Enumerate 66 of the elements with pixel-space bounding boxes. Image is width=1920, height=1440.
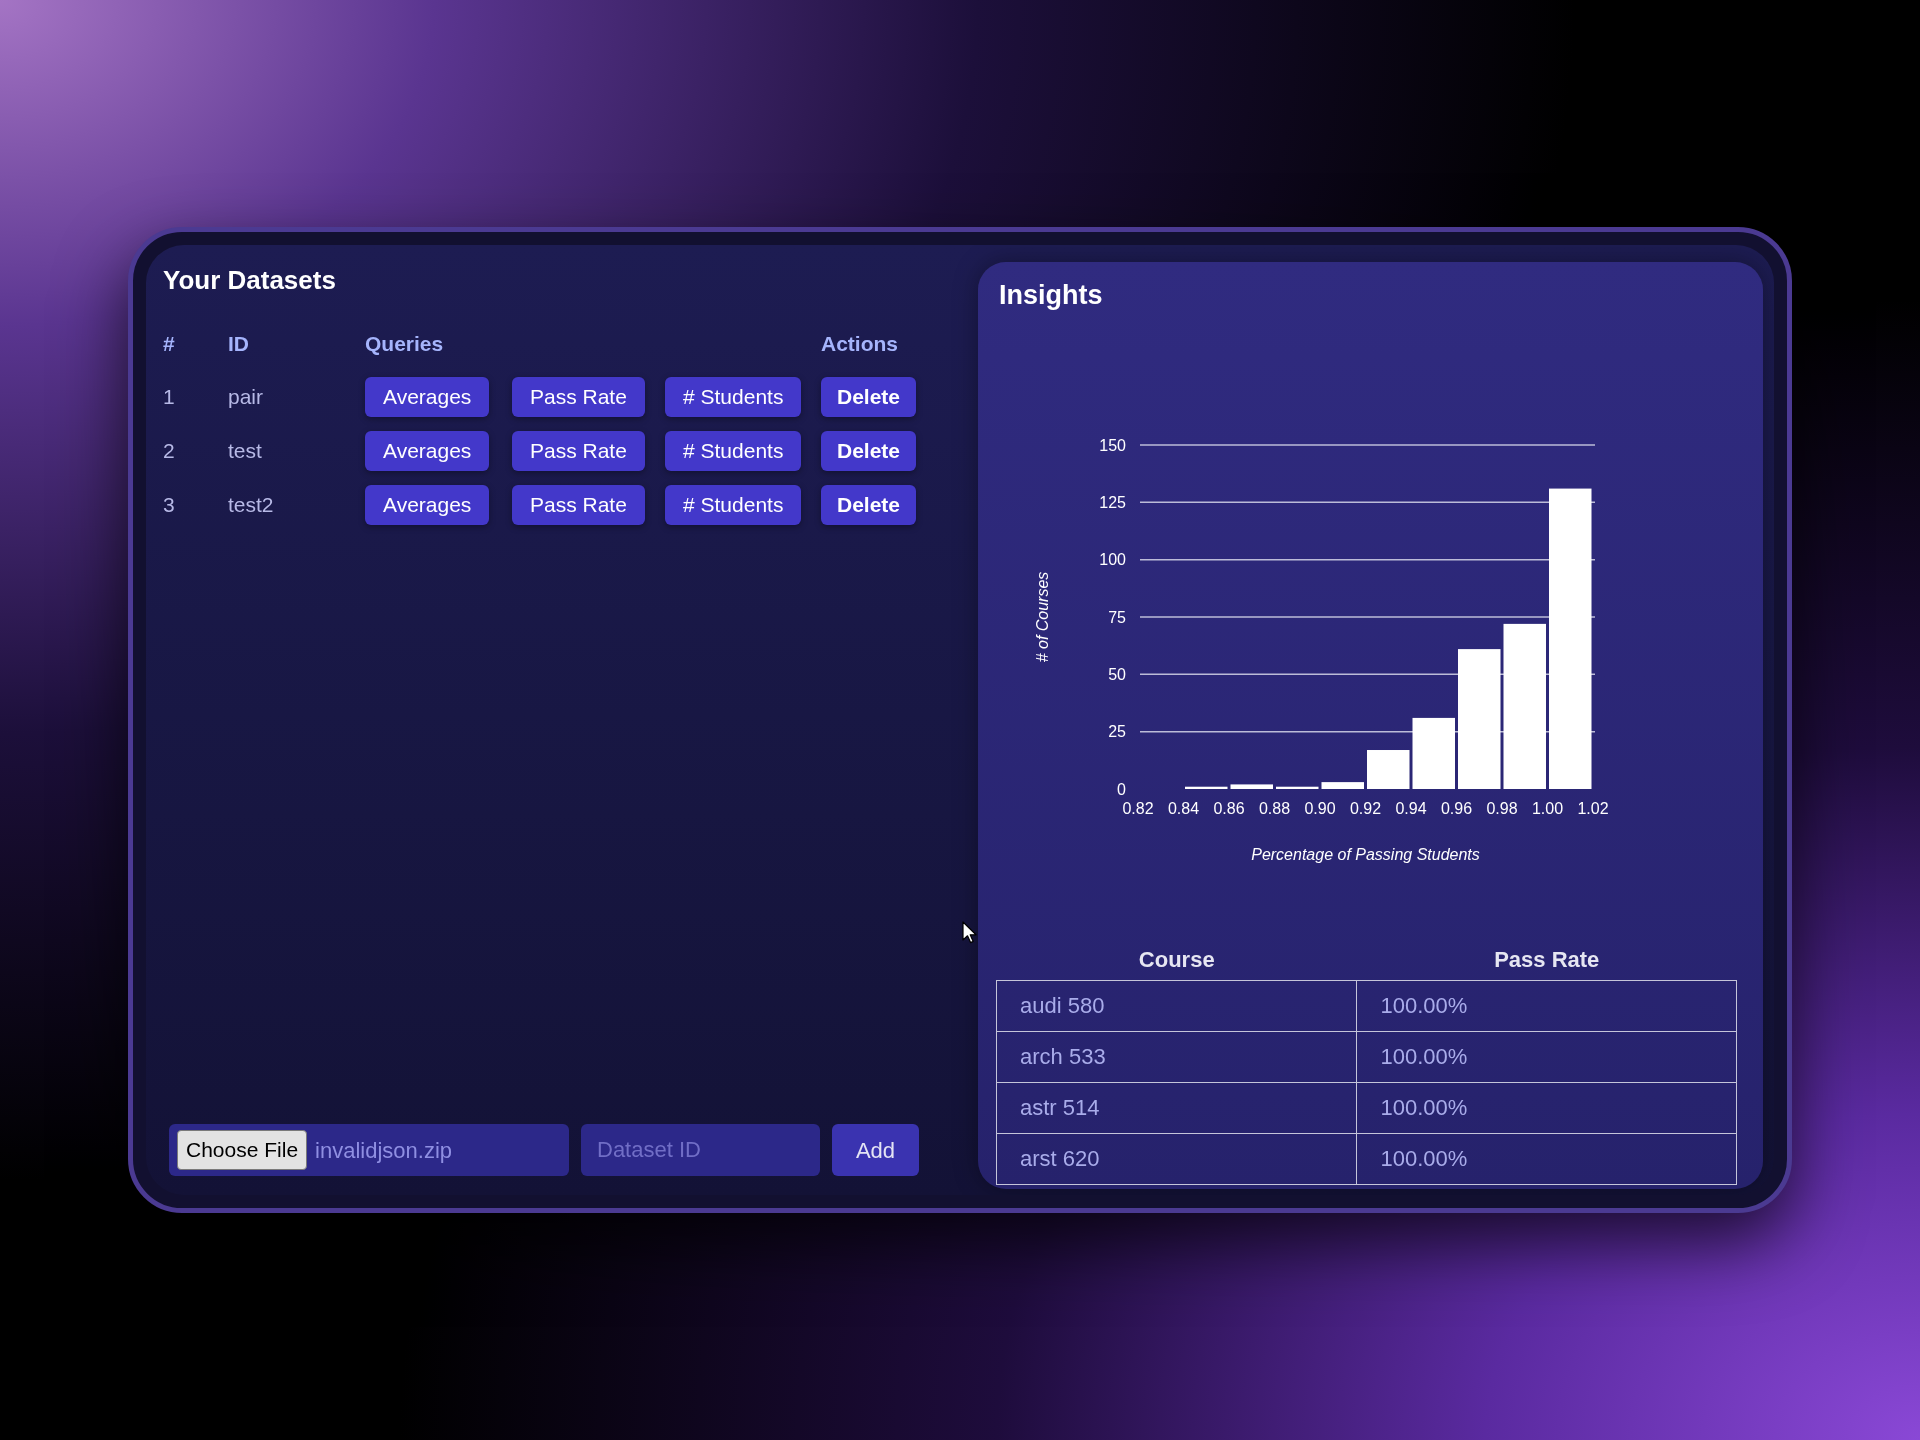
y-tick-label: 125 — [1099, 493, 1126, 511]
y-tick-label: 75 — [1108, 608, 1126, 626]
column-header: ID — [228, 331, 249, 357]
y-axis-title: # of Courses — [1034, 571, 1051, 663]
y-tick-label: 50 — [1108, 665, 1126, 683]
histogram-bar — [1367, 750, 1410, 789]
histogram-bar — [1185, 786, 1228, 789]
row-number: 1 — [163, 384, 175, 411]
file-name: invalidjson.zip — [315, 1136, 453, 1165]
query-button[interactable]: # Students — [665, 431, 802, 471]
table-cell: astr 514 — [996, 1082, 1357, 1133]
delete-button[interactable]: Delete — [821, 377, 917, 417]
query-button[interactable]: Averages — [365, 485, 490, 525]
table-cell: arch 533 — [996, 1031, 1357, 1082]
query-button[interactable]: Averages — [365, 377, 490, 417]
histogram-bar — [1276, 786, 1319, 789]
add-button[interactable]: Add — [832, 1124, 919, 1176]
y-tick-label: 25 — [1108, 723, 1126, 741]
column-header: Actions — [821, 331, 898, 357]
y-tick-label: 100 — [1099, 551, 1126, 569]
delete-button[interactable]: Delete — [821, 431, 917, 471]
x-tick-label: 0.96 — [1440, 800, 1473, 817]
file-input[interactable]: Choose File invalidjson.zip — [169, 1124, 569, 1176]
column-header: Course — [996, 940, 1357, 980]
panel-title: Your Datasets — [163, 264, 336, 296]
x-tick-label: 0.94 — [1395, 800, 1427, 817]
dataset-id: test — [228, 438, 262, 465]
panel-title: Insights — [999, 279, 1103, 312]
cursor-icon — [962, 921, 978, 944]
dataset-id: pair — [228, 384, 264, 411]
x-tick-label: 1.02 — [1577, 800, 1609, 817]
delete-button[interactable]: Delete — [821, 485, 917, 525]
x-tick-label: 0.92 — [1349, 800, 1382, 817]
query-button[interactable]: Pass Rate — [512, 485, 645, 525]
histogram-bar — [1230, 784, 1273, 789]
x-tick-label: 0.84 — [1167, 800, 1200, 817]
table-cell: 100.00% — [1357, 1133, 1737, 1184]
row-number: 2 — [163, 438, 175, 465]
dataset-id: test2 — [228, 492, 274, 519]
query-button[interactable]: # Students — [665, 377, 802, 417]
histogram-bar — [1321, 782, 1364, 789]
choose-file-button[interactable]: Choose File — [177, 1130, 308, 1170]
query-button[interactable]: # Students — [665, 485, 802, 525]
y-tick-label: 150 — [1099, 436, 1126, 454]
table-cell: 100.00% — [1357, 980, 1737, 1031]
query-button[interactable]: Averages — [365, 431, 490, 471]
table-cell: arst 620 — [996, 1133, 1357, 1184]
x-tick-label: 0.98 — [1486, 800, 1518, 817]
x-tick-label: 0.88 — [1258, 800, 1291, 817]
dataset-id-input[interactable]: Dataset ID — [581, 1124, 820, 1176]
query-button[interactable]: Pass Rate — [512, 377, 645, 417]
x-tick-label: 0.86 — [1213, 800, 1245, 817]
y-tick-label: 0 — [1117, 780, 1126, 798]
table-cell: 100.00% — [1357, 1031, 1737, 1082]
x-axis-title: Percentage of Passing Students — [1251, 846, 1480, 863]
table-cell: audi 580 — [996, 980, 1357, 1031]
column-header: Pass Rate — [1357, 940, 1737, 980]
row-number: 3 — [163, 492, 175, 519]
query-button[interactable]: Pass Rate — [512, 431, 645, 471]
x-tick-label: 1.00 — [1531, 800, 1564, 817]
column-header: # — [163, 331, 175, 357]
column-header: Queries — [365, 331, 444, 357]
x-tick-label: 0.90 — [1304, 800, 1336, 817]
x-tick-label: 0.82 — [1122, 800, 1154, 817]
table-cell: 100.00% — [1357, 1082, 1737, 1133]
histogram-bar — [1412, 717, 1455, 789]
